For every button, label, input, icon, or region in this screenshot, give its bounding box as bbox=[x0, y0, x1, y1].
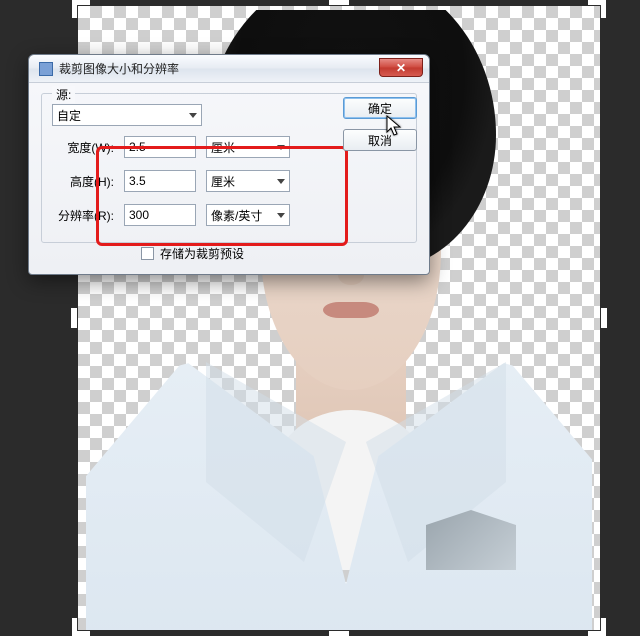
cancel-button-label: 取消 bbox=[368, 132, 392, 149]
resolution-unit-select[interactable]: 像素/英寸 bbox=[206, 204, 290, 226]
source-select-value: 自定 bbox=[57, 107, 81, 124]
height-label: 高度(H): bbox=[52, 173, 114, 190]
dialog-titlebar[interactable]: 裁剪图像大小和分辨率 ✕ bbox=[29, 55, 429, 83]
tutorial-highlight bbox=[96, 146, 348, 246]
chevron-down-icon bbox=[277, 213, 285, 218]
dialog-title: 裁剪图像大小和分辨率 bbox=[59, 60, 179, 77]
chevron-down-icon bbox=[189, 113, 197, 118]
width-unit-select[interactable]: 厘米 bbox=[206, 136, 290, 158]
crop-handle-bottom[interactable] bbox=[329, 631, 349, 636]
chevron-down-icon bbox=[277, 179, 285, 184]
save-preset-label: 存储为裁剪预设 bbox=[160, 245, 244, 262]
close-icon: ✕ bbox=[396, 61, 406, 75]
source-legend: 源: bbox=[52, 86, 75, 103]
height-input[interactable] bbox=[124, 170, 196, 192]
crop-handle-top[interactable] bbox=[329, 0, 349, 5]
resolution-unit-value: 像素/英寸 bbox=[211, 207, 262, 224]
resolution-input[interactable] bbox=[124, 204, 196, 226]
width-unit-value: 厘米 bbox=[211, 139, 235, 156]
chevron-down-icon bbox=[277, 145, 285, 150]
height-unit-value: 厘米 bbox=[211, 173, 235, 190]
width-input[interactable] bbox=[124, 136, 196, 158]
resolution-label: 分辨率(R): bbox=[52, 207, 114, 224]
close-button[interactable]: ✕ bbox=[379, 58, 423, 77]
save-preset-checkbox[interactable] bbox=[141, 247, 154, 260]
height-unit-select[interactable]: 厘米 bbox=[206, 170, 290, 192]
crop-size-dialog: 裁剪图像大小和分辨率 ✕ 源: 自定 宽度(W): 厘米 bbox=[28, 54, 430, 275]
window-icon bbox=[39, 62, 53, 76]
ok-button-label: 确定 bbox=[368, 100, 392, 117]
cancel-button[interactable]: 取消 bbox=[343, 129, 417, 151]
ok-button[interactable]: 确定 bbox=[343, 97, 417, 119]
source-select[interactable]: 自定 bbox=[52, 104, 202, 126]
crop-handle-left[interactable] bbox=[71, 308, 77, 328]
crop-handle-right[interactable] bbox=[601, 308, 607, 328]
width-label: 宽度(W): bbox=[52, 139, 114, 156]
